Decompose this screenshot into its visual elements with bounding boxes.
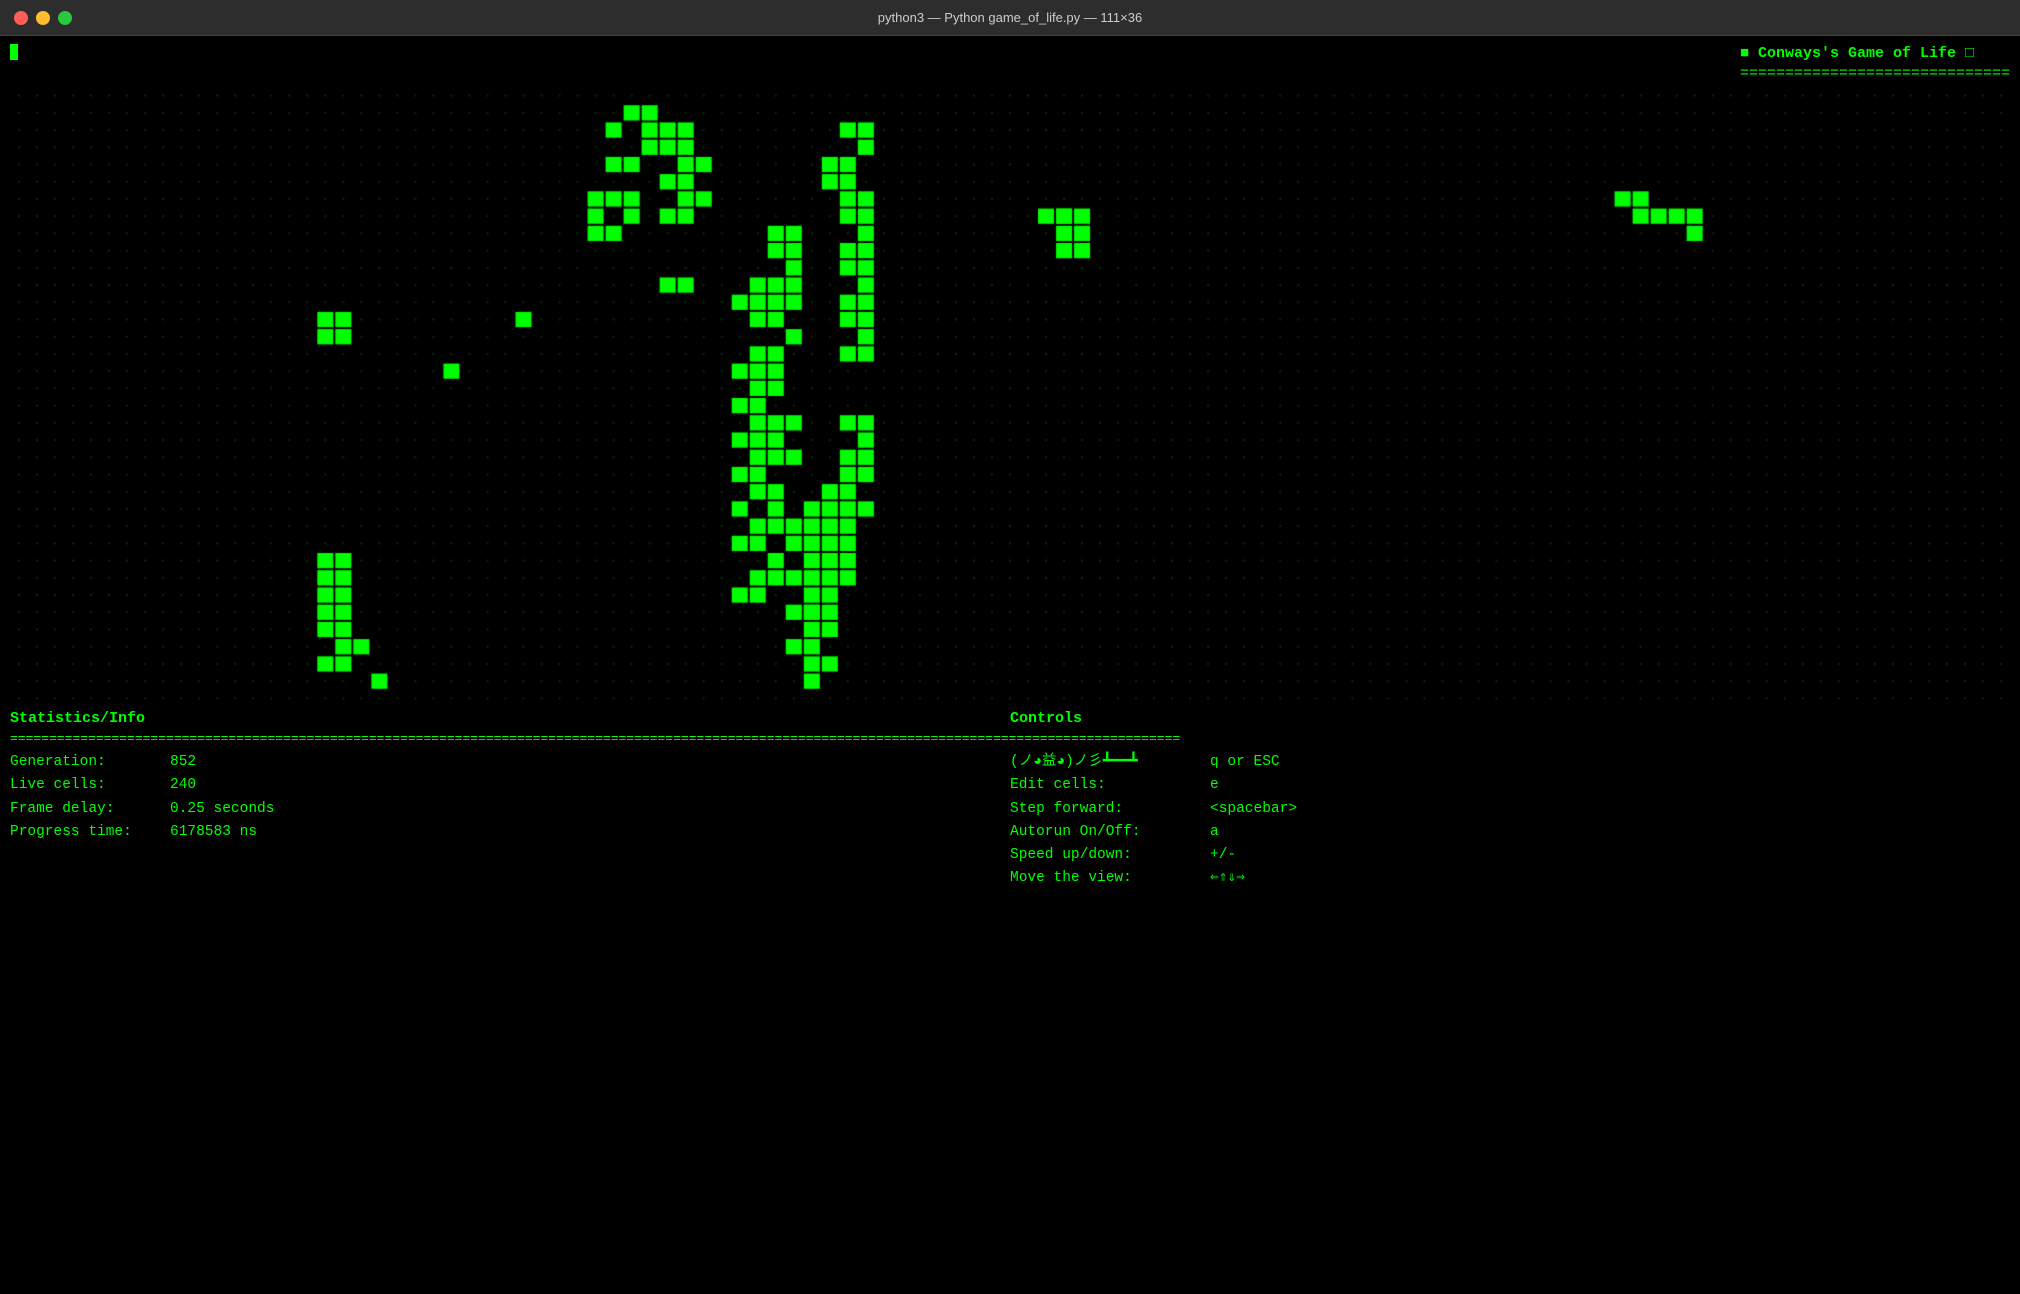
window-controls[interactable] (14, 11, 72, 25)
stats-header: Statistics/Info (10, 709, 1010, 729)
edit-row: Edit cells: e (1010, 774, 2010, 797)
close-button[interactable] (14, 11, 28, 25)
frame-delay-row: Frame delay: 0.25 seconds (10, 798, 1010, 821)
minimize-button[interactable] (36, 11, 50, 25)
terminal-area[interactable]: ■ Conways's Game of Life □ =============… (0, 36, 2020, 1294)
live-cells-label: Live cells: (10, 774, 170, 797)
move-label: Move the view: (1010, 867, 1210, 890)
generation-row: Generation: 852 (10, 751, 1010, 774)
edit-label: Edit cells: (1010, 774, 1210, 797)
autorun-label: Autorun On/Off: (1010, 821, 1210, 844)
main-divider: ========================================… (10, 730, 2010, 748)
game-header: ■ Conways's Game of Life □ =============… (10, 44, 2010, 85)
progress-value: 6178583 ns (170, 821, 257, 844)
frame-delay-value: 0.25 seconds (170, 798, 274, 821)
quit-label: (ノ◕益◕)ノ彡┻━━┻ (1010, 751, 1210, 774)
stats-column: Generation: 852 Live cells: 240 Frame de… (10, 751, 1010, 890)
autorun-row: Autorun On/Off: a (1010, 821, 2010, 844)
autorun-value: a (1210, 821, 1219, 844)
step-value: <spacebar> (1210, 798, 1297, 821)
speed-row: Speed up/down: +/- (1010, 844, 2010, 867)
live-cells-row: Live cells: 240 (10, 774, 1010, 797)
titlebar: python3 — Python game_of_life.py — 111×3… (0, 0, 2020, 36)
maximize-button[interactable] (58, 11, 72, 25)
bottom-panel: Statistics/Info Controls ===============… (10, 709, 2010, 891)
speed-value: +/- (1210, 844, 1236, 867)
generation-value: 852 (170, 751, 196, 774)
game-grid (10, 87, 2010, 707)
window-title: python3 — Python game_of_life.py — 111×3… (878, 10, 1142, 25)
section-headers: Statistics/Info Controls (10, 709, 2010, 729)
progress-row: Progress time: 6178583 ns (10, 821, 1010, 844)
frame-delay-label: Frame delay: (10, 798, 170, 821)
step-label: Step forward: (1010, 798, 1210, 821)
quit-value: q or ESC (1210, 751, 1280, 774)
quit-row: (ノ◕益◕)ノ彡┻━━┻ q or ESC (1010, 751, 2010, 774)
move-value: ⇐⇑⇓⇒ (1210, 867, 1245, 890)
edit-value: e (1210, 774, 1219, 797)
move-row: Move the view: ⇐⇑⇓⇒ (1010, 867, 2010, 890)
step-row: Step forward: <spacebar> (1010, 798, 2010, 821)
cursor-top (10, 44, 18, 60)
game-title: ■ Conways's Game of Life □ (1740, 44, 2010, 64)
speed-label: Speed up/down: (1010, 844, 1210, 867)
stats-controls: Generation: 852 Live cells: 240 Frame de… (10, 751, 2010, 890)
controls-header: Controls (1010, 709, 2010, 729)
controls-column: (ノ◕益◕)ノ彡┻━━┻ q or ESC Edit cells: e Step… (1010, 751, 2010, 890)
generation-label: Generation: (10, 751, 170, 774)
game-canvas (10, 87, 2010, 707)
header-divider: ============================== (1740, 64, 2010, 84)
live-cells-value: 240 (170, 774, 196, 797)
progress-label: Progress time: (10, 821, 170, 844)
